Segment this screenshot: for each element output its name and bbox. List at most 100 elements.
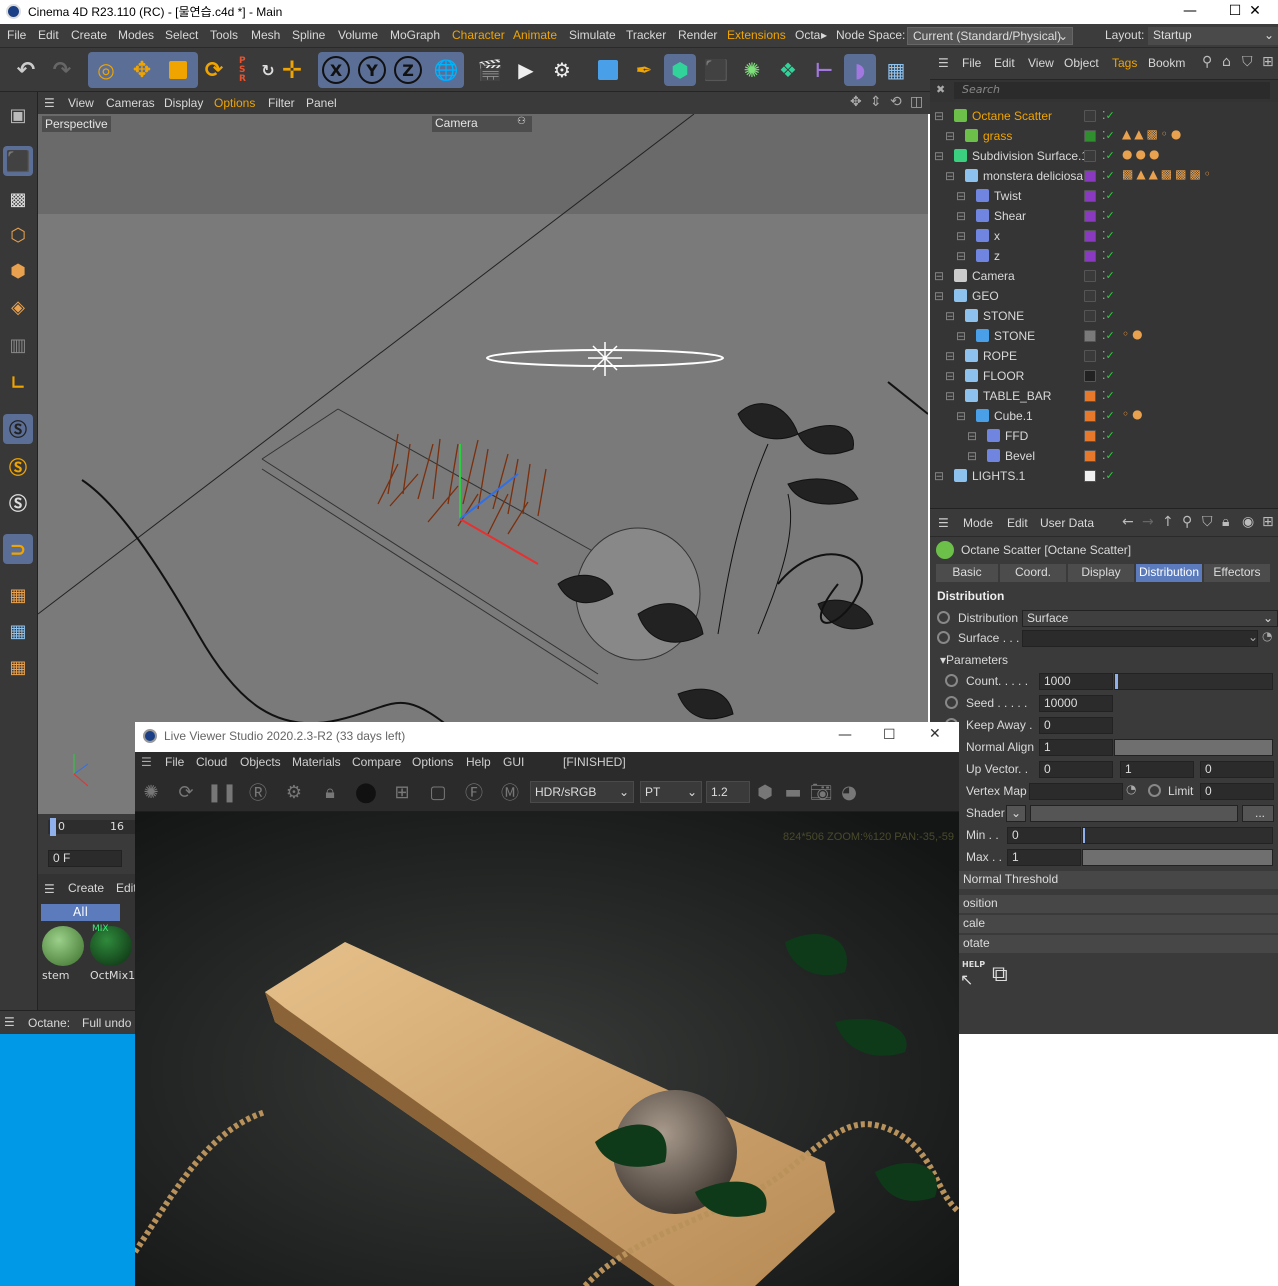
hamburger-icon[interactable]: ☰ bbox=[44, 96, 55, 110]
zoom-view-icon[interactable]: ⇕ bbox=[870, 94, 882, 110]
lock-icon[interactable]: 🔒︎ bbox=[1222, 514, 1229, 530]
restart-render-icon[interactable]: ⟳ bbox=[173, 779, 199, 805]
normal-align-field[interactable]: 1 bbox=[1039, 739, 1113, 756]
shader-dropdown[interactable]: ⌄ bbox=[1006, 805, 1026, 822]
distribution-dropdown[interactable]: Surface ⌄ bbox=[1022, 610, 1278, 627]
lv-menu-materials[interactable]: Materials bbox=[292, 755, 341, 769]
object-name[interactable]: monstera deliciosa bbox=[983, 169, 1083, 183]
help-cursor-icon[interactable]: ↖ bbox=[960, 970, 973, 989]
shader-options-button[interactable]: ... bbox=[1242, 805, 1274, 822]
render-view-icon[interactable]: 🎬 bbox=[474, 54, 506, 86]
cloner-icon[interactable]: ✺ bbox=[736, 54, 768, 86]
visibility-flags-icon[interactable]: ⁚✓ bbox=[1102, 409, 1115, 422]
expand-toggle-icon[interactable]: ⊟ bbox=[945, 169, 955, 183]
pan-view-icon[interactable]: ✥ bbox=[850, 94, 862, 110]
pick-object-icon[interactable]: ◔ bbox=[1126, 782, 1136, 796]
bend-deformer-icon[interactable]: ◗ bbox=[844, 54, 876, 86]
visibility-flags-icon[interactable]: ⁚✓ bbox=[1102, 429, 1115, 442]
cube-object-icon[interactable] bbox=[592, 54, 624, 86]
viewport-menu-view[interactable]: View bbox=[68, 96, 94, 110]
lv-menu-options[interactable]: Options bbox=[412, 755, 453, 769]
make-editable-icon[interactable]: ▣ bbox=[3, 100, 33, 130]
search-icon[interactable]: ⚲ bbox=[1202, 54, 1212, 70]
hamburger-icon[interactable]: ☰ bbox=[4, 1015, 15, 1029]
visibility-flags-icon[interactable]: ⁚✓ bbox=[1102, 329, 1115, 342]
menu-volume[interactable]: Volume bbox=[338, 28, 378, 42]
colorspace-dropdown[interactable]: HDR/sRGB ⌄ bbox=[530, 781, 634, 803]
seed-field[interactable]: 10000 bbox=[1039, 695, 1113, 712]
menu-extensions[interactable]: Extensions bbox=[727, 28, 786, 42]
playhead[interactable] bbox=[50, 818, 56, 836]
object-row[interactable]: ⊟ Shear ⁚✓ bbox=[934, 206, 1268, 226]
psr-icon[interactable]: P S R bbox=[234, 54, 252, 86]
object-row[interactable]: ⊟ TABLE_BAR ⁚✓ bbox=[934, 386, 1268, 406]
object-row[interactable]: ⊟ STONE ⁚✓ bbox=[934, 306, 1268, 326]
object-name[interactable]: LIGHTS.1 bbox=[972, 469, 1025, 483]
visibility-flags-icon[interactable]: ⁚✓ bbox=[1102, 349, 1115, 362]
menu-spline[interactable]: Spline bbox=[292, 28, 325, 42]
perspective-viewport[interactable] bbox=[38, 114, 928, 814]
minimize-button[interactable]: — bbox=[1167, 0, 1213, 24]
undo-icon[interactable]: ↶ bbox=[10, 54, 42, 86]
pen-tool-icon[interactable]: ✒ bbox=[628, 54, 660, 86]
deformer-icon[interactable]: ⊢ bbox=[808, 54, 840, 86]
expand-toggle-icon[interactable]: ⊟ bbox=[945, 389, 955, 403]
render-output[interactable]: 824*506 ZOOM:%120 PAN:-35,-59 bbox=[135, 812, 959, 1286]
visibility-flags-icon[interactable]: ⁚✓ bbox=[1102, 289, 1115, 302]
menu-octane[interactable]: Octa bbox=[795, 28, 820, 42]
redo-icon[interactable]: ↷ bbox=[46, 54, 78, 86]
tab-coord[interactable]: Coord. bbox=[1000, 564, 1066, 582]
layer-color-swatch[interactable] bbox=[1084, 330, 1096, 342]
render-picture-viewer-icon[interactable]: ▶ bbox=[510, 54, 542, 86]
object-row[interactable]: ⊟ ROPE ⁚✓ bbox=[934, 346, 1268, 366]
add-region-icon[interactable]: ⊞ bbox=[389, 779, 415, 805]
menu-animate[interactable]: Animate bbox=[513, 28, 557, 42]
viewport-camera-selector[interactable]: Camera ⚇ bbox=[432, 116, 532, 132]
new-window-icon[interactable]: ⊞ bbox=[1262, 514, 1274, 530]
keep-away-field[interactable]: 0 bbox=[1039, 717, 1113, 734]
layer-color-swatch[interactable] bbox=[1084, 250, 1096, 262]
viewport-menu-cameras[interactable]: Cameras bbox=[106, 96, 155, 110]
maximize-view-icon[interactable]: ◫ bbox=[910, 94, 923, 110]
position-section[interactable]: osition bbox=[959, 895, 1278, 913]
visibility-flags-icon[interactable]: ⁚✓ bbox=[1102, 129, 1115, 142]
layer-color-swatch[interactable] bbox=[1084, 230, 1096, 242]
menu-overflow-arrow[interactable]: ▸ bbox=[821, 28, 827, 42]
object-row[interactable]: ⊟ Subdivision Surface.1 ⁚✓ bbox=[934, 146, 1268, 166]
layer-color-swatch[interactable] bbox=[1084, 410, 1096, 422]
object-row[interactable]: ⊟ Cube.1 ⁚✓ bbox=[934, 406, 1268, 426]
visibility-flags-icon[interactable]: ⁚✓ bbox=[1102, 269, 1115, 282]
object-name[interactable]: Bevel bbox=[1005, 449, 1035, 463]
layer-color-swatch[interactable] bbox=[1084, 270, 1096, 282]
menu-tracker[interactable]: Tracker bbox=[626, 28, 666, 42]
object-tags-icon[interactable]: ◦● bbox=[1122, 327, 1146, 341]
menu-modes[interactable]: Modes bbox=[118, 28, 154, 42]
hamburger-icon[interactable]: ☰ bbox=[44, 882, 55, 896]
visibility-flags-icon[interactable]: ⁚✓ bbox=[1102, 449, 1115, 462]
object-row[interactable]: ⊟ LIGHTS.1 ⁚✓ bbox=[934, 466, 1268, 486]
object-row[interactable]: ⊟ GEO ⁚✓ bbox=[934, 286, 1268, 306]
object-row[interactable]: ⊟ FFD ⁚✓ bbox=[934, 426, 1268, 446]
parameters-group[interactable]: ▾Parameters bbox=[940, 653, 1008, 667]
scale-section[interactable]: cale bbox=[959, 915, 1278, 933]
object-name[interactable]: z bbox=[994, 249, 1000, 263]
viewport-name[interactable]: Perspective bbox=[42, 116, 111, 132]
object-name[interactable]: Shear bbox=[994, 209, 1026, 223]
expand-toggle-icon[interactable]: ⊟ bbox=[934, 469, 944, 483]
tab-effectors[interactable]: Effectors bbox=[1204, 564, 1270, 582]
am-menu-edit[interactable]: Edit bbox=[1007, 516, 1028, 530]
object-name[interactable]: GEO bbox=[972, 289, 999, 303]
expand-toggle-icon[interactable]: ⊟ bbox=[945, 349, 955, 363]
world-axis-icon[interactable]: ✛ bbox=[276, 54, 308, 86]
lv-menu-compare[interactable]: Compare bbox=[352, 755, 401, 769]
home-icon[interactable]: ⌂ bbox=[1222, 54, 1231, 70]
object-name[interactable]: grass bbox=[983, 129, 1012, 143]
expand-toggle-icon[interactable]: ⊟ bbox=[945, 369, 955, 383]
expand-toggle-icon[interactable]: ⊟ bbox=[956, 209, 966, 223]
visibility-flags-icon[interactable]: ⁚✓ bbox=[1102, 249, 1115, 262]
expand-toggle-icon[interactable]: ⊟ bbox=[967, 449, 977, 463]
object-name[interactable]: TABLE_BAR bbox=[983, 389, 1051, 403]
subdivision-icon[interactable]: ⬢ bbox=[664, 54, 696, 86]
tab-distribution[interactable]: Distribution bbox=[1136, 564, 1202, 582]
chevron-down-icon[interactable]: ⌄ bbox=[1248, 630, 1258, 644]
